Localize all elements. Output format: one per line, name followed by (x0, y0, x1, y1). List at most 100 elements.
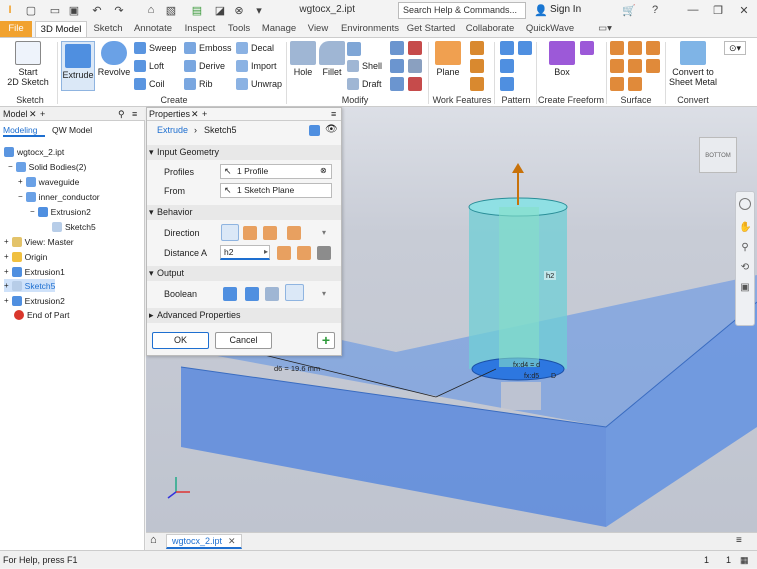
derive-button[interactable]: Derive (184, 59, 225, 73)
ribbon-options-icon[interactable]: ▭▾ (592, 21, 618, 37)
tree-item-waveguide[interactable]: + waveguide (18, 175, 79, 188)
preview-eye-icon[interactable]: 👁 (325, 124, 338, 135)
tree-item-inner-conductor[interactable]: − inner_conductor (18, 190, 100, 203)
tree-item-extrusion2[interactable]: + Extrusion2 (4, 294, 65, 307)
home-tab-icon[interactable]: ⌂ (150, 534, 157, 546)
distance-dropdown-icon[interactable]: ▸ (264, 247, 268, 256)
close-window-icon[interactable]: ✕ (737, 3, 751, 17)
user-icon[interactable]: 👤 (534, 3, 548, 17)
tree-item-sketch5[interactable]: + Sketch5 (4, 279, 56, 292)
dimension-d4[interactable]: fx:d4 = d (513, 362, 540, 369)
tab-get-started[interactable]: Get Started (405, 21, 457, 37)
tab-manage[interactable]: Manage (259, 21, 299, 37)
clear-profiles-icon[interactable]: ⊗ (320, 166, 327, 175)
loft-button[interactable]: Loft (134, 59, 164, 73)
direction-dropdown-icon[interactable]: ▾ (322, 228, 326, 237)
preset-icon[interactable] (309, 125, 320, 136)
tree-item-solid-bodies[interactable]: − Solid Bodies(2) (8, 160, 86, 173)
tab-sketch[interactable]: Sketch (90, 21, 126, 37)
rectangular-pattern-icon[interactable] (500, 41, 514, 55)
tree-item-extrusion1[interactable]: + Extrusion1 (4, 265, 65, 278)
tab-environments[interactable]: Environments (338, 21, 402, 37)
modify-tool-4-icon[interactable] (408, 41, 422, 55)
properties-close-icon[interactable]: ✕ (191, 108, 199, 121)
sign-in-link[interactable]: Sign In (550, 4, 581, 15)
modify-tool-2-icon[interactable] (390, 59, 404, 73)
dimension-d5[interactable]: fx:d5 (524, 373, 539, 380)
ribbon-dropdown-icon[interactable]: ⊙▾ (724, 41, 746, 55)
browser-add-icon[interactable]: + (40, 107, 45, 121)
revolve-button[interactable]: Revolve (97, 41, 131, 77)
extrude-button[interactable]: Extrude (61, 41, 95, 91)
dimension-d6[interactable]: d6 = 19.6 mm (274, 364, 320, 373)
ucs-icon[interactable] (470, 77, 484, 91)
fillet-button[interactable]: Fillet (318, 41, 346, 77)
tree-item-view-master[interactable]: + View: Master (4, 235, 74, 248)
start-2d-sketch-button[interactable]: Start 2D Sketch (6, 41, 50, 87)
surface-tool-6-icon[interactable] (628, 77, 642, 91)
tree-item-part[interactable]: wgtocx_2.ipt (4, 145, 64, 158)
tab-modeling[interactable]: Modeling (3, 125, 45, 137)
dimension-D[interactable]: D (551, 373, 556, 380)
surface-tool-3-icon[interactable] (610, 77, 624, 91)
properties-add-icon[interactable]: + (202, 108, 207, 121)
surface-tool-5-icon[interactable] (628, 59, 642, 73)
orbit-icon[interactable]: ⟲ (739, 262, 751, 274)
modify-tool-1-icon[interactable] (390, 41, 404, 55)
boolean-join-icon[interactable] (223, 287, 237, 301)
hole-button[interactable]: Hole (290, 41, 316, 77)
modify-tool-6-icon[interactable] (408, 77, 422, 91)
ok-button[interactable]: OK (152, 332, 209, 349)
draft-button[interactable]: Draft (347, 77, 382, 91)
look-at-icon[interactable]: ▣ (739, 282, 751, 294)
minimize-icon[interactable]: — (686, 3, 700, 17)
chamfer-icon[interactable] (347, 42, 361, 56)
zoom-icon[interactable]: ⚲ (739, 242, 751, 254)
mirror-icon[interactable] (500, 77, 514, 91)
tab-quickwave[interactable]: QuickWave (522, 21, 578, 37)
work-axis-icon[interactable] (470, 41, 484, 55)
tab-inspect[interactable]: Inspect (180, 21, 220, 37)
plane-button[interactable]: Plane (432, 41, 464, 77)
tab-3d-model[interactable]: 3D Model (35, 21, 87, 37)
sketch-pattern-icon[interactable] (518, 41, 532, 55)
properties-menu-icon[interactable]: ≡ (331, 108, 336, 121)
coil-button[interactable]: Coil (134, 77, 165, 91)
decal-button[interactable]: Decal (236, 41, 274, 55)
dimension-h2[interactable]: h2 (544, 271, 557, 280)
cancel-button[interactable]: Cancel (215, 332, 272, 349)
boolean-intersect-icon[interactable] (265, 287, 279, 301)
convert-to-sheet-metal-button[interactable]: Convert to Sheet Metal (668, 41, 718, 87)
tree-item-sketch5-nested[interactable]: Sketch5 (52, 220, 96, 233)
shell-button[interactable]: Shell (347, 59, 382, 73)
steering-wheel-icon[interactable] (739, 198, 751, 210)
tree-item-end-of-part[interactable]: End of Part (14, 308, 70, 321)
tab-file[interactable]: File (0, 21, 32, 37)
tree-item-origin[interactable]: + Origin (4, 250, 47, 263)
freeform-tool-icon[interactable] (580, 41, 594, 55)
surface-tool-7-icon[interactable] (646, 41, 660, 55)
surface-tool-1-icon[interactable] (610, 41, 624, 55)
document-tab[interactable]: wgtocx_2.ipt ✕ (166, 534, 242, 549)
sweep-button[interactable]: Sweep (134, 41, 177, 55)
surface-tool-8-icon[interactable] (646, 59, 660, 73)
browser-close-icon[interactable]: ✕ (29, 107, 37, 121)
direction-symmetric-icon[interactable] (263, 226, 277, 240)
tab-view[interactable]: View (303, 21, 333, 37)
direction-flipped-icon[interactable] (243, 226, 257, 240)
direction-default-icon[interactable] (221, 224, 239, 241)
apply-plus-button[interactable]: + (317, 332, 335, 349)
rib-button[interactable]: Rib (184, 77, 213, 91)
emboss-button[interactable]: Emboss (184, 41, 232, 55)
from-field[interactable]: 1 Sketch Plane (220, 183, 332, 198)
search-input[interactable]: Search Help & Commands... (398, 2, 526, 19)
section-advanced-properties[interactable]: ▸ Advanced Properties (147, 308, 341, 323)
boolean-dropdown-icon[interactable]: ▾ (322, 289, 326, 298)
pan-icon[interactable]: ✋ (739, 222, 751, 234)
surface-tool-2-icon[interactable] (610, 59, 624, 73)
distance-option-3-icon[interactable] (317, 246, 331, 260)
unwrap-button[interactable]: Unwrap (236, 77, 282, 91)
help-icon[interactable]: ? (648, 3, 662, 17)
circular-pattern-icon[interactable] (500, 59, 514, 73)
status-grid-icon[interactable]: ▦ (740, 551, 749, 569)
